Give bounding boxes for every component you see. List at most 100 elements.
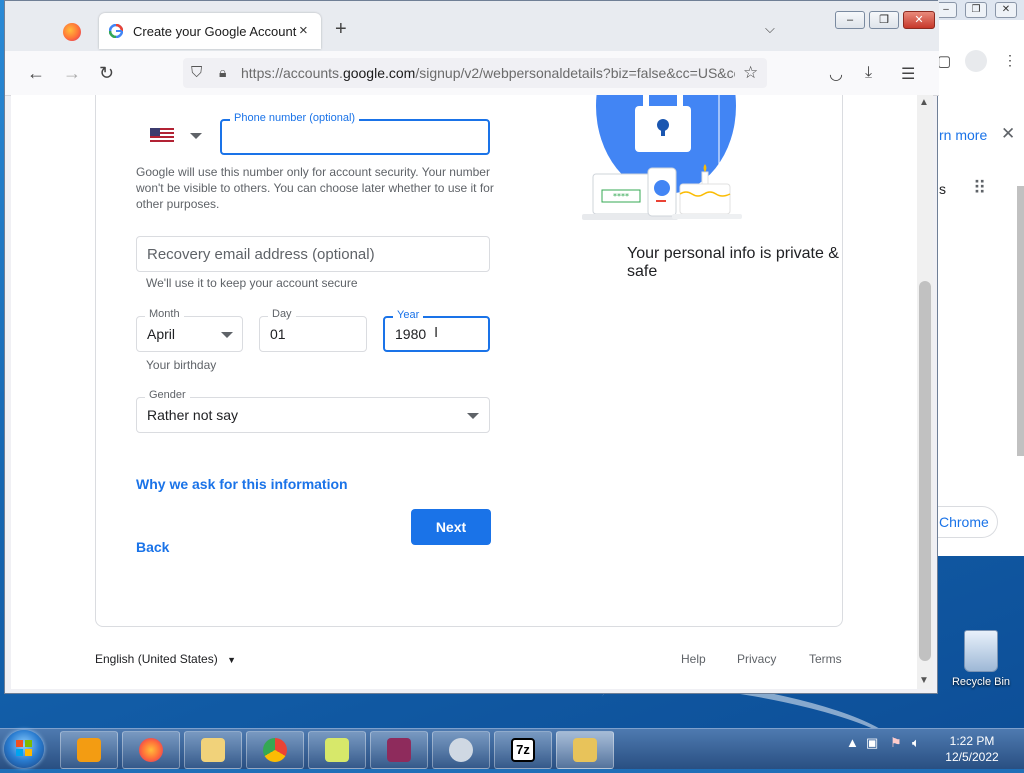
caret-down-icon <box>221 332 233 338</box>
lock-icon[interactable]: 🔒︎ <box>219 64 226 81</box>
show-hidden-icons-icon[interactable]: ▲ <box>846 735 859 750</box>
language-label: English (United States) <box>95 652 218 666</box>
recovery-email-placeholder: Recovery email address (optional) <box>147 246 375 263</box>
phone-number-label: Phone number (optional) <box>230 112 360 124</box>
menu-dots-icon[interactable]: ⋮ <box>1003 52 1017 69</box>
tab-create-account[interactable]: Create your Google Account × <box>99 13 321 49</box>
day-field[interactable]: Day 01 <box>259 308 367 352</box>
scrollbar-thumb[interactable] <box>919 281 931 661</box>
day-value: 01 <box>270 326 286 342</box>
action-center-icon[interactable]: ⚑ <box>890 735 902 751</box>
caret-down-icon: ▼ <box>227 655 236 665</box>
back-button[interactable]: Back <box>136 539 169 555</box>
taskbar-chrome[interactable] <box>246 731 304 769</box>
url-bar[interactable]: ⛉ 🔒︎ https://accounts.google.com/signup/… <box>183 58 767 88</box>
country-selector[interactable] <box>150 128 202 147</box>
bookmark-star-icon[interactable]: ☆ <box>743 63 758 83</box>
recovery-email-field[interactable]: Recovery email address (optional) <box>136 236 490 272</box>
apps-grid-icon[interactable]: ⠿ <box>973 178 986 199</box>
tab-list-chevron-icon[interactable]: ⌵ <box>765 21 775 37</box>
learn-more-link[interactable]: rn more <box>939 127 987 143</box>
recycle-bin[interactable]: Recycle Bin <box>946 630 1016 688</box>
gender-value: Rather not say <box>147 407 239 423</box>
minimize-icon[interactable]: – <box>835 11 865 29</box>
square-icon[interactable]: ▢ <box>937 52 951 70</box>
taskbar-winrar[interactable] <box>370 731 428 769</box>
scrollbar-thumb[interactable] <box>1017 186 1024 456</box>
next-button[interactable]: Next <box>411 509 491 545</box>
language-selector[interactable]: English (United States) ▼ <box>95 652 236 666</box>
clock-date: 12/5/2022 <box>945 750 999 764</box>
taskbar-explorer[interactable] <box>184 731 242 769</box>
scroll-down-icon[interactable]: ▼ <box>919 675 929 686</box>
phone-number-field[interactable]: Phone number (optional) <box>220 112 490 155</box>
url-text[interactable]: https://accounts.google.com/signup/v2/we… <box>241 65 735 81</box>
terms-link[interactable]: Terms <box>809 652 842 666</box>
restore-icon[interactable]: ❐ <box>869 11 899 29</box>
network-icon[interactable]: ▣ <box>866 735 878 751</box>
chrome-titlebar: – ❐ ✕ <box>931 0 1024 20</box>
volume-icon[interactable]: 🔈︎ <box>912 735 920 751</box>
url-host: google.com <box>342 65 416 81</box>
chrome-button-label: Chrome <box>939 514 989 530</box>
windows-logo-icon <box>16 740 32 756</box>
month-select[interactable]: Month April <box>136 308 243 352</box>
close-icon[interactable]: ✕ <box>995 2 1017 18</box>
menu-hamburger-icon[interactable]: ☰ <box>901 64 915 84</box>
tab-title: Create your Google Account <box>133 24 297 39</box>
firefox-icon <box>139 738 163 762</box>
maximize-icon[interactable]: ❐ <box>965 2 987 18</box>
clock-time: 1:22 PM <box>949 734 995 748</box>
taskbar-media-player[interactable] <box>60 731 118 769</box>
year-label: Year <box>393 309 424 321</box>
tab-close-icon[interactable]: × <box>299 22 308 39</box>
profile-avatar-icon[interactable] <box>965 50 987 72</box>
help-link[interactable]: Help <box>681 652 706 666</box>
pocket-icon[interactable]: ◡ <box>829 64 843 84</box>
day-label: Day <box>268 308 296 320</box>
taskbar-firefox[interactable] <box>122 731 180 769</box>
new-tab-button[interactable]: + <box>335 19 347 39</box>
firefox-logo-icon <box>63 23 81 41</box>
card-text: **** <box>613 192 629 201</box>
us-flag-icon <box>150 128 174 142</box>
gender-select[interactable]: Gender Rather not say <box>136 389 490 433</box>
chrome-icon <box>263 738 287 762</box>
page-scrollbar[interactable]: ▲ ▼ <box>917 95 933 689</box>
gender-label: Gender <box>145 389 190 401</box>
recovery-helper-text: We'll use it to keep your account secure <box>146 276 358 290</box>
reload-icon[interactable]: ↻ <box>99 63 114 84</box>
tracking-shield-icon[interactable]: ⛉ <box>191 64 202 81</box>
privacy-caption: Your personal info is private & safe <box>627 245 839 280</box>
paint-icon <box>449 738 473 762</box>
start-button[interactable] <box>4 730 44 768</box>
month-label: Month <box>145 308 184 320</box>
birthday-helper-text: Your birthday <box>146 358 217 372</box>
privacy-link[interactable]: Privacy <box>737 652 776 666</box>
taskbar-paint[interactable] <box>432 731 490 769</box>
year-field[interactable]: Year 1980 I <box>383 309 490 352</box>
privacy-illustration: **** <box>582 95 742 220</box>
background-chrome-window[interactable]: – ❐ ✕ ▢ ⋮ rn more ✕ s ⠿ Chrome <box>930 0 1024 556</box>
forward-arrow-icon[interactable]: → <box>63 63 81 84</box>
taskbar-7zip[interactable]: 7z <box>494 731 552 769</box>
text-fragment: s <box>939 181 946 197</box>
signup-card: Phone number (optional) Google will use … <box>95 95 843 627</box>
phone-helper-text: Google will use this number only for acc… <box>136 165 494 211</box>
downloads-icon[interactable]: ⤓ <box>865 64 872 82</box>
scroll-up-icon[interactable]: ▲ <box>919 97 929 108</box>
google-g-icon <box>109 24 123 38</box>
clock[interactable]: 1:22 PM 12/5/2022 <box>930 733 1014 765</box>
taskbar-notes[interactable] <box>308 731 366 769</box>
taskbar-archive[interactable] <box>556 731 614 769</box>
media-player-icon <box>77 738 101 762</box>
chrome-button[interactable]: Chrome <box>931 506 998 538</box>
close-icon[interactable]: ✕ <box>903 11 935 29</box>
why-we-ask-link[interactable]: Why we ask for this information <box>136 476 348 492</box>
page-content: Phone number (optional) Google will use … <box>11 95 917 689</box>
close-icon[interactable]: ✕ <box>1001 124 1015 144</box>
recycle-bin-icon <box>964 630 998 672</box>
back-arrow-icon[interactable]: ← <box>27 63 45 84</box>
url-prefix: https://accounts. <box>241 65 343 81</box>
folder-icon <box>201 738 225 762</box>
